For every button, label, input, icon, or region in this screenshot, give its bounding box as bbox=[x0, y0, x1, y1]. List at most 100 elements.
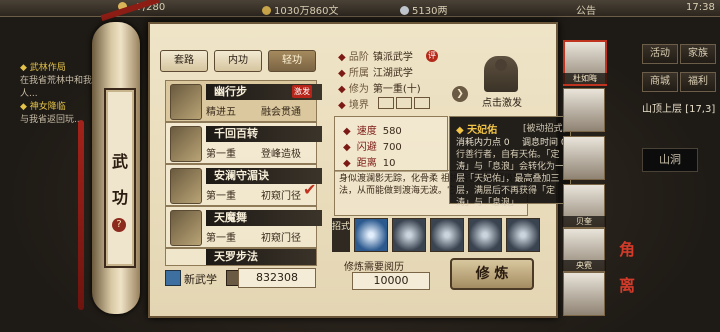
stat-value: 580 bbox=[382, 126, 402, 137]
skill-name: 天罗步法 bbox=[206, 249, 316, 265]
character-portrait[interactable] bbox=[563, 136, 605, 180]
location-label: 山顶上层 [17,3] bbox=[642, 104, 716, 115]
tab-inner[interactable]: 内功 bbox=[214, 50, 262, 72]
new-skill-label: 新武学 bbox=[184, 273, 217, 286]
help-icon[interactable]: ? bbox=[112, 218, 126, 232]
stat-label: 闪避 bbox=[356, 142, 377, 153]
leave-label[interactable]: 离 bbox=[612, 276, 642, 296]
skill-book-icon bbox=[170, 126, 202, 162]
move-icon[interactable] bbox=[506, 218, 540, 252]
scroll-title: 武 功 bbox=[104, 88, 136, 268]
shop-button[interactable]: 商城 bbox=[642, 72, 678, 92]
skill-status: 登峰造极 bbox=[261, 149, 301, 160]
clock: 17:38 bbox=[686, 2, 715, 13]
role-label[interactable]: 角 bbox=[612, 240, 642, 260]
character-portrait[interactable]: 央霓 bbox=[562, 228, 606, 272]
switch-arrow-icon[interactable]: ❯ bbox=[452, 86, 468, 102]
skill-book-icon bbox=[170, 168, 202, 204]
tab-lightness[interactable]: 轻功 bbox=[268, 50, 316, 72]
tooltip-cost: 消耗内力点 0 bbox=[456, 138, 510, 148]
skill-item[interactable]: 幽行步 激发 精进五 融会贯通 bbox=[165, 80, 322, 122]
skill-level: 精进五 bbox=[206, 107, 236, 118]
move-tooltip: ◆ 天妃佑 [被动招式] 消耗内力点 0 调息时间 0 行善行者，自有天佑。「定… bbox=[449, 116, 571, 208]
tab-routines[interactable]: 套路 bbox=[160, 50, 208, 72]
stat-label: 距离 bbox=[356, 158, 377, 169]
skill-status: 初窥门径 bbox=[261, 191, 301, 202]
move-icon[interactable] bbox=[430, 218, 464, 252]
skill-item[interactable]: 天魔舞 第一重 初窥门径 bbox=[165, 206, 322, 248]
skill-level: 第一重 bbox=[206, 191, 236, 202]
moves-label: 招式 bbox=[332, 218, 350, 252]
tooltip-body: 行善行者，自有天佑。「定涛」与「息浪」会转化为一层「天妃佑」，最高叠加三层，满层… bbox=[456, 150, 565, 208]
realm-row: ◆ 境界 bbox=[338, 96, 431, 111]
character-name: 贝奎 bbox=[562, 216, 606, 227]
scroll-title-char: 功 bbox=[111, 188, 128, 207]
silver-icon bbox=[400, 6, 409, 15]
skill-item[interactable]: 天罗步法 bbox=[165, 248, 317, 266]
role-char: 角 bbox=[618, 240, 635, 259]
school-value: 江湖武学 bbox=[372, 68, 413, 79]
skill-item[interactable]: 安澜守湄诀 第一重 初窥门径 bbox=[165, 164, 322, 206]
coin-icon bbox=[262, 6, 271, 15]
cultivate-requirement-label: 修炼需要阅历 bbox=[344, 262, 404, 273]
stat-value: 10 bbox=[382, 158, 396, 169]
character-name: 杜如晦 bbox=[563, 73, 607, 84]
realm-label: 境界 bbox=[348, 100, 369, 111]
skill-status: 初窥门径 bbox=[261, 233, 301, 244]
realm-progress bbox=[376, 97, 431, 111]
leave-char: 离 bbox=[618, 276, 635, 295]
cultivate-requirement-value: 10000 bbox=[352, 272, 430, 290]
skill-name: 千回百转 bbox=[206, 126, 322, 142]
skill-tabs: 套路 内功 轻功 bbox=[160, 50, 318, 72]
skill-level: 第一重 bbox=[206, 233, 236, 244]
copper-readout: 1030万860文 bbox=[262, 2, 339, 17]
welfare-button[interactable]: 福利 bbox=[680, 72, 716, 92]
skill-name: 天魔舞 bbox=[206, 210, 322, 226]
silver-readout: 5130两 bbox=[400, 2, 447, 17]
meditating-figure[interactable] bbox=[484, 56, 518, 92]
activity-button[interactable]: 活动 bbox=[642, 44, 678, 64]
grade-value: 镇派武学 bbox=[372, 52, 413, 63]
scroll-tassel bbox=[78, 120, 84, 310]
school-row: ◆ 所属 江湖武学 bbox=[338, 68, 413, 79]
move-icon[interactable] bbox=[392, 218, 426, 252]
skill-level: 第一重 bbox=[206, 149, 236, 160]
tooltip-tag: [被动招式] bbox=[522, 124, 566, 134]
skill-book-icon bbox=[170, 210, 202, 246]
tooltip-cooldown: 调息时间 0 bbox=[522, 138, 567, 148]
book-icon bbox=[165, 270, 181, 286]
notice-button[interactable]: 公告 bbox=[576, 2, 596, 17]
skill-status: 融会贯通 bbox=[261, 107, 301, 118]
grade-row: ◆ 品阶 镇派武学 bbox=[338, 52, 413, 63]
character-portrait[interactable]: 杜如晦 bbox=[563, 40, 607, 86]
skill-points: 832308 bbox=[238, 268, 316, 288]
checkmark-icon: ✔ bbox=[303, 180, 317, 199]
character-portrait[interactable] bbox=[563, 272, 605, 316]
character-portrait[interactable]: 贝奎 bbox=[562, 184, 606, 228]
stat-dodge: ◆ 闪避 700 bbox=[343, 142, 402, 153]
new-skill-button[interactable]: 新武学 bbox=[165, 270, 217, 287]
stat-value: 700 bbox=[382, 142, 402, 153]
family-button[interactable]: 家族 bbox=[680, 44, 716, 64]
activate-button[interactable]: 点击激发 bbox=[474, 94, 530, 109]
character-portrait[interactable] bbox=[563, 88, 605, 132]
grade-label: 品阶 bbox=[348, 52, 369, 63]
cultivation-row: ◆ 修为 第一重(十) bbox=[338, 84, 421, 95]
move-icon[interactable] bbox=[354, 218, 388, 252]
stat-label: 速度 bbox=[356, 126, 377, 137]
cultivation-value: 第一重(十) bbox=[372, 84, 421, 95]
move-icon[interactable] bbox=[468, 218, 502, 252]
stats-box: ◆ 速度 580 ◆ 闪避 700 ◆ 距离 10 bbox=[334, 116, 448, 172]
character-name: 央霓 bbox=[562, 260, 606, 271]
cultivation-label: 修为 bbox=[348, 84, 369, 95]
rating-badge[interactable]: 评 bbox=[426, 50, 438, 62]
practice-button[interactable]: 修 炼 bbox=[450, 258, 534, 290]
location-button[interactable]: 山洞 bbox=[642, 148, 698, 172]
tooltip-title: ◆ 天妃佑 bbox=[456, 125, 498, 136]
skill-item[interactable]: 千回百转 第一重 登峰造极 bbox=[165, 122, 322, 164]
activated-badge: 激发 bbox=[292, 85, 312, 98]
scroll-title-char: 武 bbox=[111, 152, 128, 171]
school-label: 所属 bbox=[348, 68, 369, 79]
stat-speed: ◆ 速度 580 bbox=[343, 126, 402, 137]
skill-book-icon bbox=[170, 84, 202, 120]
